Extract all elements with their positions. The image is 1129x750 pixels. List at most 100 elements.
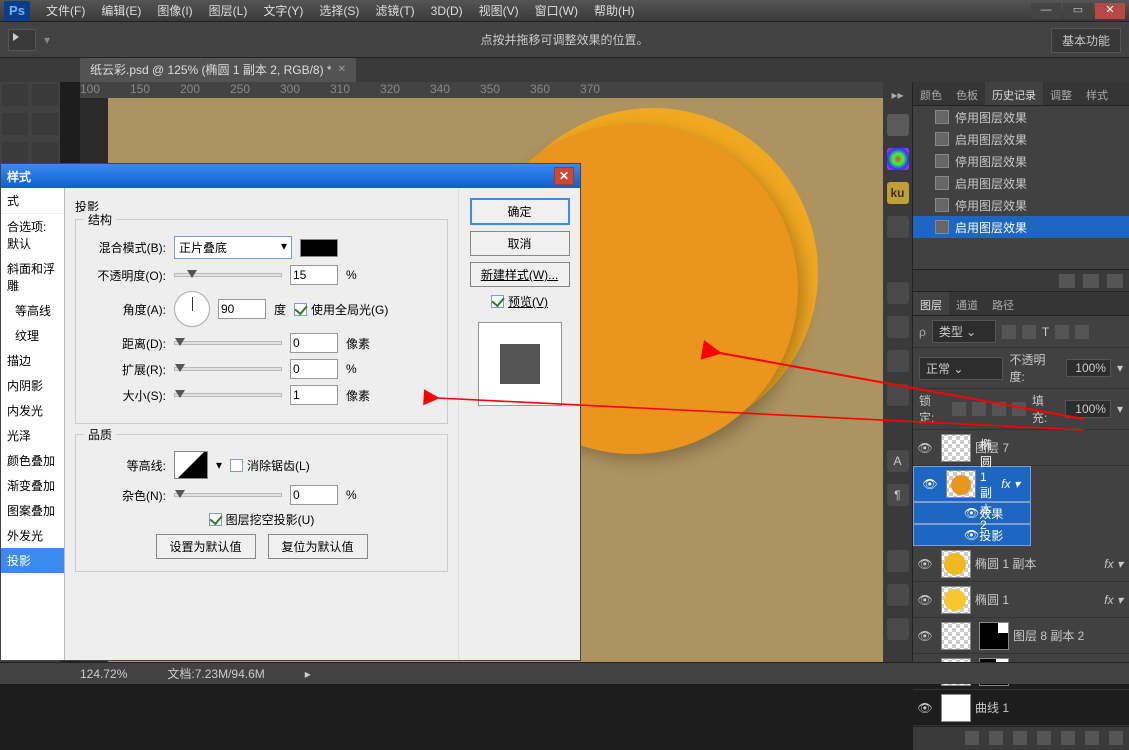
trash-icon[interactable] xyxy=(1107,274,1123,288)
layer-row[interactable]: 👁椭圆 1fx ▾ xyxy=(913,582,1129,618)
menu-file[interactable]: 文件(F) xyxy=(38,2,93,19)
document-tab[interactable]: 纸云彩.psd @ 125% (椭圆 1 副本 2, RGB/8) *✕ xyxy=(80,57,356,82)
opacity-field[interactable] xyxy=(290,265,338,285)
lock-paint-icon[interactable] xyxy=(972,402,986,416)
size-field[interactable] xyxy=(290,385,338,405)
menu-type[interactable]: 文字(Y) xyxy=(255,2,311,19)
dock-icon[interactable] xyxy=(887,216,909,238)
dock-icon-clone[interactable] xyxy=(887,316,909,338)
doc-size[interactable]: 文档:7.23M/94.6M xyxy=(167,665,264,682)
angle-wheel[interactable] xyxy=(174,291,210,327)
history-item[interactable]: 启用图层效果 xyxy=(913,216,1129,238)
tab-history[interactable]: 历史记录 xyxy=(985,82,1043,105)
dock-icon-swatches[interactable] xyxy=(887,350,909,372)
close-button[interactable]: ✕ xyxy=(1095,3,1125,19)
filter-shape-icon[interactable] xyxy=(1055,325,1069,339)
style-item[interactable]: 颜色叠加 xyxy=(1,448,64,473)
angle-field[interactable] xyxy=(218,299,266,319)
close-icon[interactable]: ✕ xyxy=(338,64,346,75)
dock-icon-brush[interactable] xyxy=(887,114,909,136)
layer-effect-shadow[interactable]: 👁 投影 xyxy=(913,524,1031,546)
lock-pos-icon[interactable] xyxy=(992,402,1006,416)
layer-row[interactable]: 👁椭圆 1 副本 2fx ▾ xyxy=(913,466,1031,502)
minimize-button[interactable]: — xyxy=(1031,3,1061,19)
tab-layers[interactable]: 图层 xyxy=(913,292,949,315)
dock-icon-kuler[interactable]: ku xyxy=(887,182,909,204)
dialog-titlebar[interactable]: 样式 ✕ xyxy=(1,164,580,188)
cancel-button[interactable]: 取消 xyxy=(470,231,570,256)
tool-marquee[interactable] xyxy=(32,84,58,106)
workspace-switcher[interactable]: 基本功能 xyxy=(1051,28,1121,53)
tab-styles[interactable]: 样式 xyxy=(1079,82,1115,105)
dock-icon-brushes[interactable] xyxy=(887,282,909,304)
layer-row[interactable]: 👁椭圆 1 副本fx ▾ xyxy=(913,546,1129,582)
lock-all-icon[interactable] xyxy=(1012,402,1026,416)
size-slider[interactable] xyxy=(174,393,282,397)
dock-icon-char[interactable]: A xyxy=(887,450,909,472)
eye-icon[interactable]: 👁 xyxy=(913,441,937,455)
menu-select[interactable]: 选择(S) xyxy=(311,2,367,19)
global-light-checkbox[interactable]: 使用全局光(G) xyxy=(294,301,388,318)
adjust-icon[interactable] xyxy=(1037,731,1051,745)
link-icon[interactable] xyxy=(965,731,979,745)
filter-smart-icon[interactable] xyxy=(1075,325,1089,339)
menu-view[interactable]: 视图(V) xyxy=(471,2,527,19)
history-item[interactable]: 启用图层效果 xyxy=(913,128,1129,150)
layer-row[interactable]: 👁图层 7 xyxy=(913,430,1129,466)
eye-icon[interactable]: 👁 xyxy=(918,477,942,491)
tool-move[interactable] xyxy=(2,84,28,106)
style-item[interactable]: 合选项:默认 xyxy=(1,214,64,256)
history-item[interactable]: 停用图层效果 xyxy=(913,150,1129,172)
style-item[interactable]: 图案叠加 xyxy=(1,498,64,523)
knockout-checkbox[interactable]: 图层挖空投影(U) xyxy=(209,511,315,528)
new-state-icon[interactable] xyxy=(1083,274,1099,288)
opacity-slider[interactable] xyxy=(174,273,282,277)
menu-3d[interactable]: 3D(D) xyxy=(423,4,471,18)
layer-row[interactable]: 👁曲线 1 xyxy=(913,690,1129,726)
history-item[interactable]: 启用图层效果 xyxy=(913,172,1129,194)
preview-checkbox[interactable]: 预览(V) xyxy=(491,293,548,310)
tab-swatch[interactable]: 色板 xyxy=(949,82,985,105)
antialias-checkbox[interactable]: 消除锯齿(L) xyxy=(230,457,310,474)
history-item[interactable]: 停用图层效果 xyxy=(913,194,1129,216)
set-default-button[interactable]: 设置为默认值 xyxy=(156,534,256,559)
lock-trans-icon[interactable] xyxy=(952,402,966,416)
dock-icon-para[interactable]: ¶ xyxy=(887,484,909,506)
menu-layer[interactable]: 图层(L) xyxy=(201,2,256,19)
style-item-shadow[interactable]: 投影 xyxy=(1,548,64,573)
trash-icon[interactable] xyxy=(1109,731,1123,745)
tool-lasso[interactable] xyxy=(2,113,28,135)
noise-slider[interactable] xyxy=(174,493,282,497)
dock-icon-timeline[interactable] xyxy=(887,618,909,640)
group-icon[interactable] xyxy=(1061,731,1075,745)
menu-window[interactable]: 窗口(W) xyxy=(527,2,586,19)
style-item[interactable]: 等高线 xyxy=(1,298,64,323)
dock-icon-color[interactable] xyxy=(887,148,909,170)
layer-row[interactable]: 👁图层 8 副本 2 xyxy=(913,618,1129,654)
reset-default-button[interactable]: 复位为默认值 xyxy=(268,534,368,559)
new-layer-icon[interactable] xyxy=(1085,731,1099,745)
tab-adjust[interactable]: 调整 xyxy=(1043,82,1079,105)
style-item[interactable]: 内发光 xyxy=(1,398,64,423)
distance-field[interactable] xyxy=(290,333,338,353)
blend-mode-select[interactable]: 正片叠底▾ xyxy=(174,236,292,259)
style-item[interactable]: 描边 xyxy=(1,348,64,373)
style-item[interactable]: 斜面和浮雕 xyxy=(1,256,64,298)
maximize-button[interactable]: ▭ xyxy=(1063,3,1093,19)
style-item[interactable]: 渐变叠加 xyxy=(1,473,64,498)
style-item[interactable]: 纹理 xyxy=(1,323,64,348)
style-item[interactable]: 内阴影 xyxy=(1,373,64,398)
spread-slider[interactable] xyxy=(174,367,282,371)
menu-help[interactable]: 帮助(H) xyxy=(586,2,643,19)
tab-channels[interactable]: 通道 xyxy=(949,292,985,315)
menu-image[interactable]: 图像(I) xyxy=(149,2,200,19)
tool-eyedrop[interactable] xyxy=(32,142,58,164)
layer-effects-row[interactable]: 👁 效果 xyxy=(913,502,1031,524)
tool-wand[interactable] xyxy=(32,113,58,135)
menu-edit[interactable]: 编辑(E) xyxy=(93,2,149,19)
style-item[interactable]: 光泽 xyxy=(1,423,64,448)
filter-adjust-icon[interactable] xyxy=(1022,325,1036,339)
noise-field[interactable] xyxy=(290,485,338,505)
history-item[interactable]: 停用图层效果 xyxy=(913,106,1129,128)
mask-icon[interactable] xyxy=(1013,731,1027,745)
